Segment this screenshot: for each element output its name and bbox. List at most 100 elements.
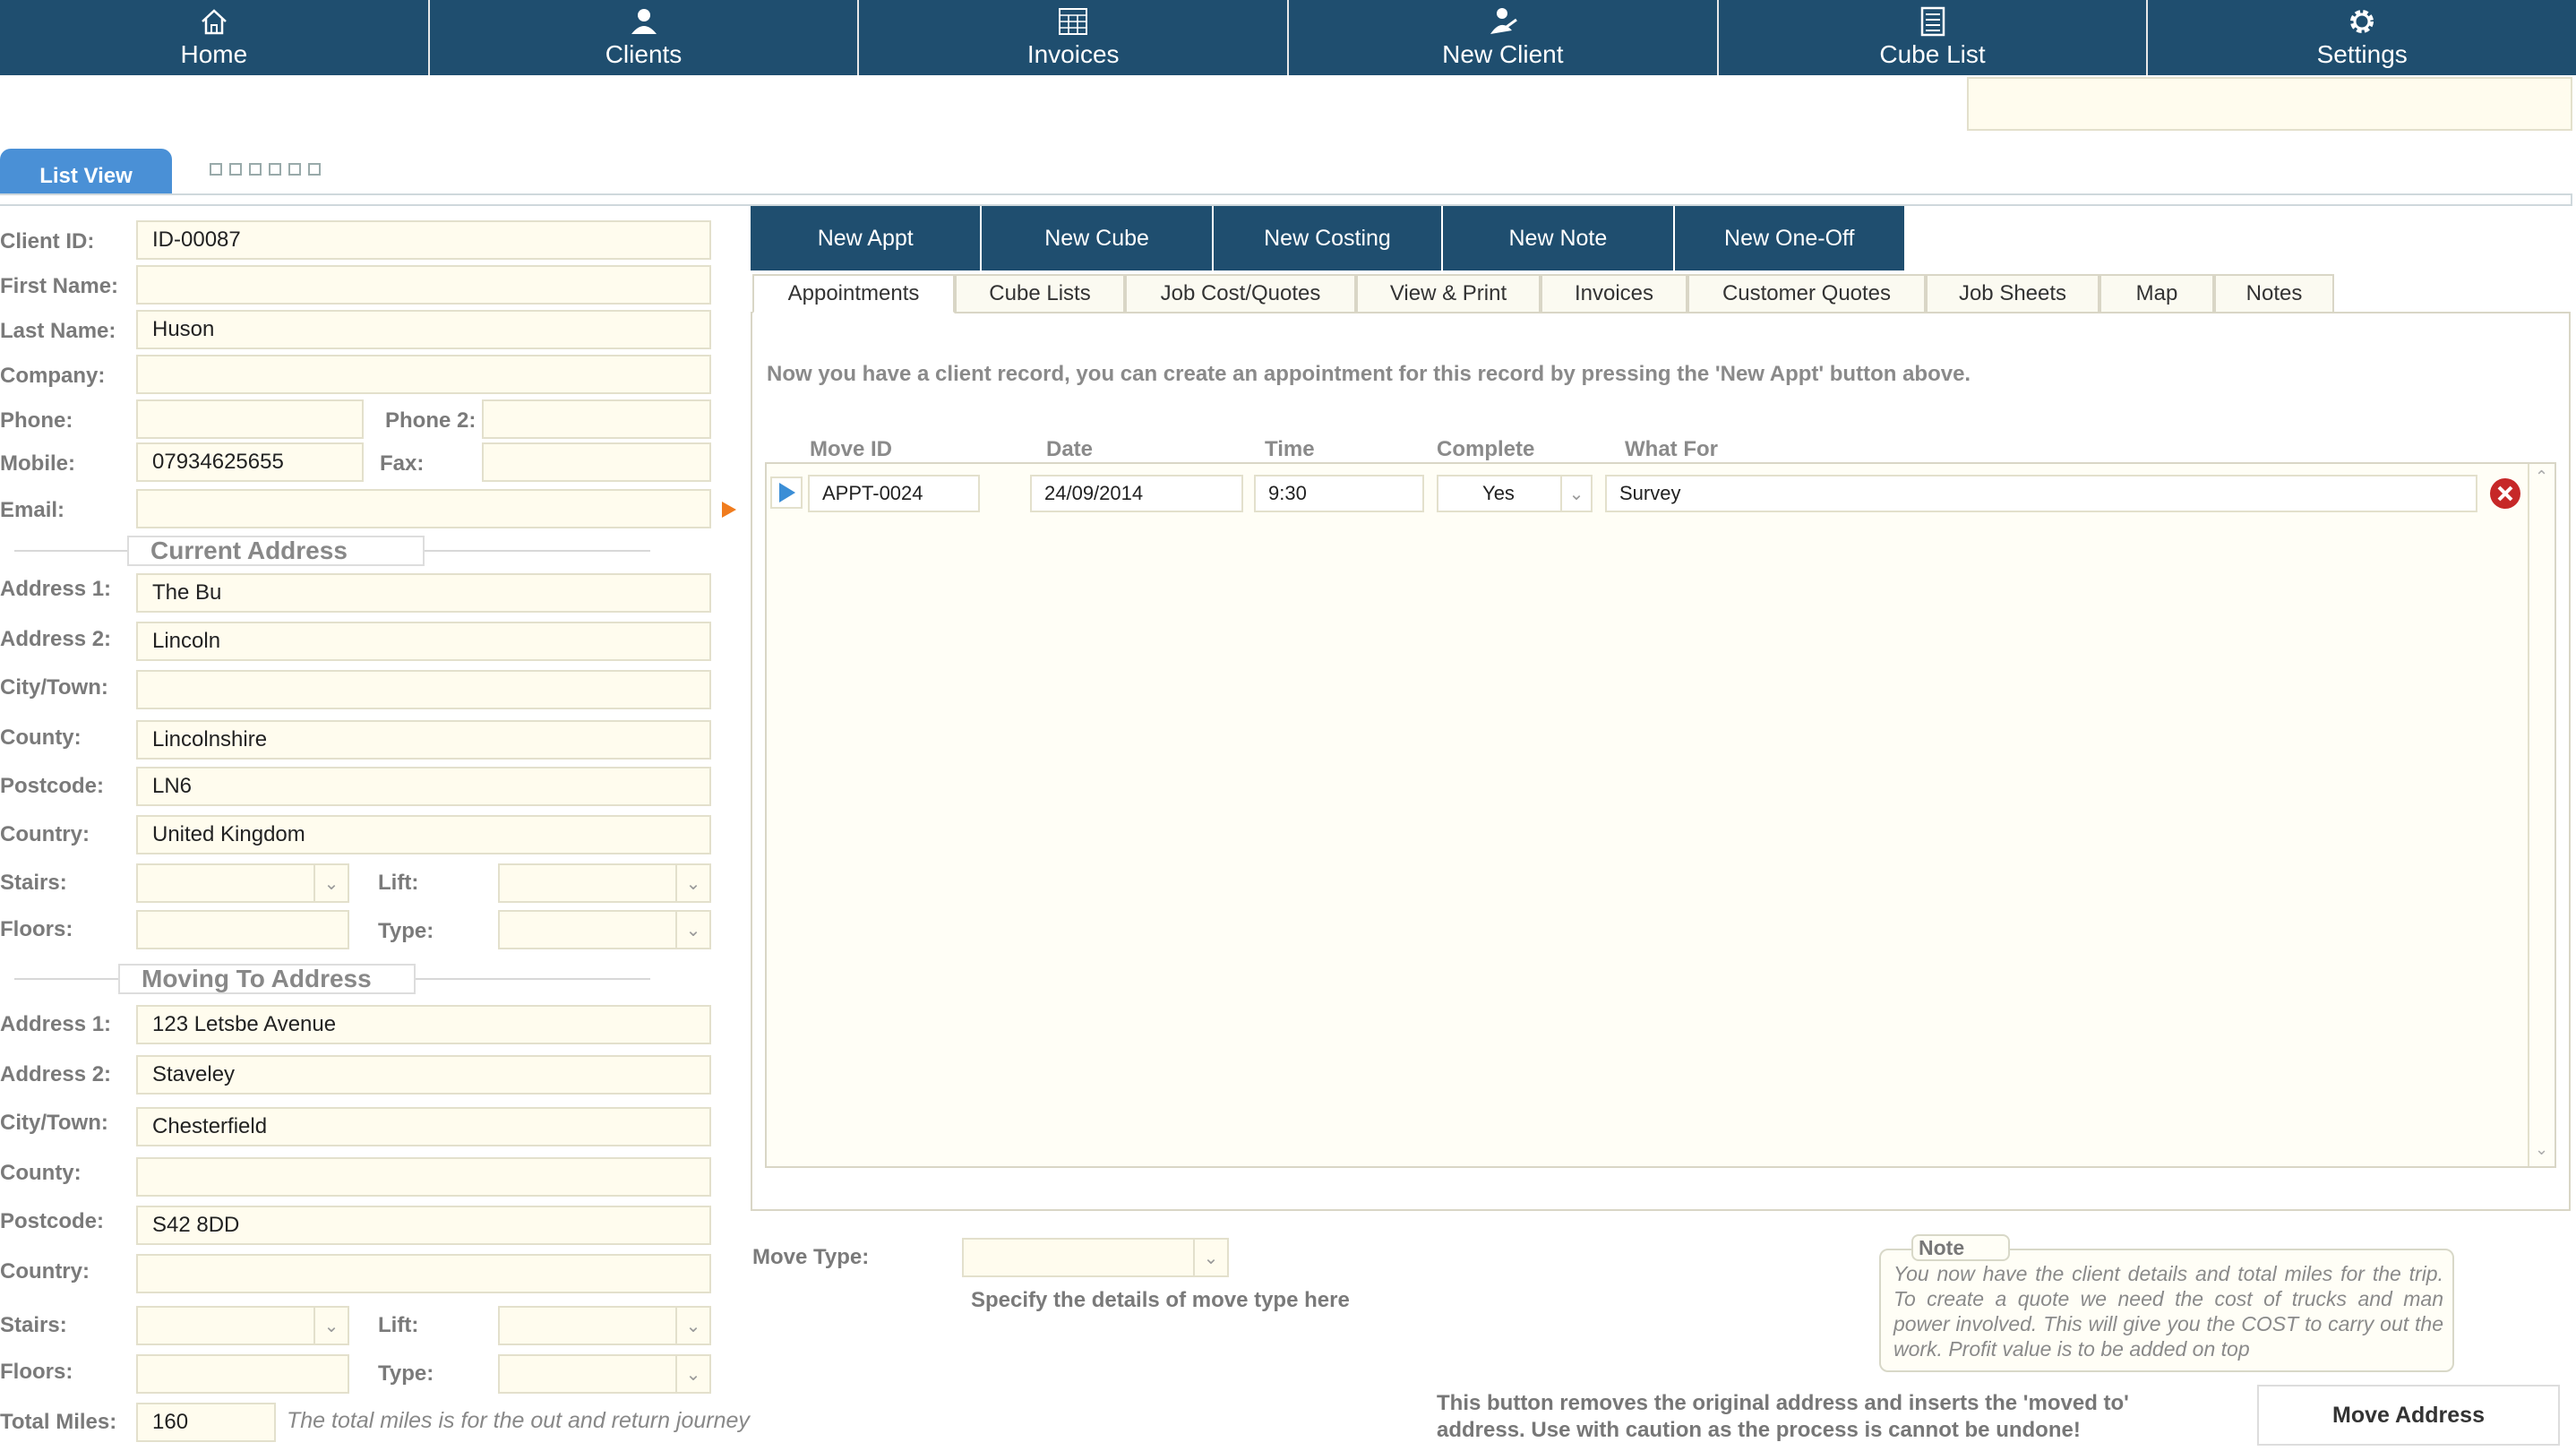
tab-dot[interactable] [308, 163, 321, 176]
total-miles-hint: The total miles is for the out and retur… [287, 1408, 750, 1433]
mobile-label: Mobile: [0, 451, 75, 476]
col-header-what-for: What For [1625, 437, 1718, 461]
row-date[interactable]: 24/09/2014 [1030, 475, 1243, 512]
cur-city-label: City/Town: [0, 675, 108, 700]
current-address-title: Current Address [127, 536, 425, 566]
note-title: Note [1911, 1234, 2010, 1261]
mobile-field[interactable]: 07934625655 [136, 442, 364, 482]
nav-home[interactable]: Home [0, 0, 430, 75]
new-cube-button[interactable]: New Cube [982, 206, 1214, 270]
cur-address2-field[interactable]: Lincoln [136, 622, 711, 661]
tab-appointments[interactable]: Appointments [752, 274, 955, 313]
tab-dot[interactable] [229, 163, 242, 176]
total-miles-label: Total Miles: [0, 1410, 117, 1434]
email-field[interactable] [136, 489, 711, 528]
col-header-time: Time [1265, 437, 1315, 461]
row-select-icon[interactable] [770, 477, 803, 509]
row-complete-dropdown[interactable]: Yes ⌄ [1437, 475, 1593, 512]
move-type-dropdown[interactable]: ⌄ [962, 1238, 1229, 1277]
invoice-icon [1057, 4, 1089, 39]
nav-new-client[interactable]: New Client [1289, 0, 1719, 75]
tab-customer-quotes[interactable]: Customer Quotes [1687, 274, 1926, 313]
row-complete-value: Yes [1482, 482, 1515, 504]
mov-address1-field[interactable]: 123 Letsbe Avenue [136, 1005, 711, 1044]
cur-postcode-label: Postcode: [0, 774, 105, 798]
moving-address-title: Moving To Address [118, 964, 416, 994]
last-name-field[interactable]: Huson [136, 310, 711, 349]
mov-address2-field[interactable]: Staveley [136, 1055, 711, 1095]
client-id-field[interactable]: ID-00087 [136, 220, 711, 260]
row-what-for[interactable]: Survey [1605, 475, 2477, 512]
mov-county-field[interactable] [136, 1157, 711, 1197]
portal-scrollbar[interactable]: ⌃ ⌄ [2528, 464, 2555, 1166]
list-icon [1917, 4, 1949, 39]
email-send-icon[interactable] [720, 500, 738, 519]
col-header-date: Date [1046, 437, 1094, 461]
scroll-down-icon[interactable]: ⌄ [2535, 1140, 2548, 1159]
tab-dot[interactable] [269, 163, 281, 176]
fax-field[interactable] [482, 442, 711, 482]
nav-settings[interactable]: Settings [2148, 0, 2576, 75]
cur-city-field[interactable] [136, 670, 711, 709]
appointments-info-text: Now you have a client record, you can cr… [767, 362, 1971, 386]
tab-job-sheets[interactable]: Job Sheets [1926, 274, 2099, 313]
row-move-id[interactable]: APPT-0024 [808, 475, 980, 512]
total-miles-field[interactable]: 160 [136, 1403, 276, 1442]
action-button-bar: New Appt New Cube New Costing New Note N… [751, 206, 1904, 270]
cur-floors-field[interactable] [136, 910, 349, 949]
tab-invoices[interactable]: Invoices [1541, 274, 1687, 313]
mov-city-field[interactable]: Chesterfield [136, 1107, 711, 1146]
company-field[interactable] [136, 355, 711, 394]
cur-address1-field[interactable]: The Bu [136, 573, 711, 613]
chevron-down-icon: ⌄ [675, 912, 709, 948]
new-costing-button[interactable]: New Costing [1213, 206, 1444, 270]
cur-county-field[interactable]: Lincolnshire [136, 720, 711, 760]
scroll-up-icon[interactable]: ⌃ [2535, 468, 2548, 486]
move-address-button[interactable]: Move Address [2257, 1385, 2560, 1446]
tab-dot[interactable] [249, 163, 262, 176]
cur-country-field[interactable]: United Kingdom [136, 815, 711, 854]
tab-notes[interactable]: Notes [2214, 274, 2334, 313]
mov-stairs-dropdown[interactable]: ⌄ [136, 1306, 349, 1345]
tab-cube-lists[interactable]: Cube Lists [955, 274, 1125, 313]
nav-clients[interactable]: Clients [430, 0, 860, 75]
mov-floors-field[interactable] [136, 1354, 349, 1394]
tab-dot[interactable] [288, 163, 301, 176]
mov-lift-label: Lift: [378, 1313, 419, 1337]
table-row[interactable]: APPT-0024 24/09/2014 9:30 Yes ⌄ Survey [767, 473, 2524, 514]
cur-lift-label: Lift: [378, 871, 419, 895]
mov-postcode-field[interactable]: S42 8DD [136, 1206, 711, 1245]
tab-map[interactable]: Map [2099, 274, 2214, 313]
tab-job-cost-quotes[interactable]: Job Cost/Quotes [1125, 274, 1356, 313]
col-header-move-id: Move ID [810, 437, 893, 461]
new-one-off-button[interactable]: New One-Off [1674, 206, 1904, 270]
last-name-label: Last Name: [0, 319, 116, 343]
mov-country-field[interactable] [136, 1254, 711, 1293]
nav-cube-list[interactable]: Cube List [1719, 0, 2149, 75]
chevron-down-icon: ⌄ [675, 1308, 709, 1344]
phone2-field[interactable] [482, 399, 711, 439]
mov-lift-dropdown[interactable]: ⌄ [498, 1306, 711, 1345]
tab-dot[interactable] [210, 163, 222, 176]
chevron-down-icon: ⌄ [1193, 1240, 1227, 1275]
client-id-label: Client ID: [0, 229, 95, 253]
new-note-button[interactable]: New Note [1443, 206, 1675, 270]
cur-type-label: Type: [378, 919, 434, 943]
phone-field[interactable] [136, 399, 364, 439]
cur-lift-dropdown[interactable]: ⌄ [498, 863, 711, 903]
tab-list-view[interactable]: List View [0, 149, 172, 193]
nav-invoices[interactable]: Invoices [859, 0, 1290, 75]
row-time[interactable]: 9:30 [1254, 475, 1424, 512]
chevron-down-icon: ⌄ [313, 865, 348, 901]
delete-row-icon[interactable] [2488, 477, 2522, 511]
new-appt-button[interactable]: New Appt [751, 206, 983, 270]
cur-type-dropdown[interactable]: ⌄ [498, 910, 711, 949]
mov-type-dropdown[interactable]: ⌄ [498, 1354, 711, 1394]
move-address-warning: This button removes the original address… [1437, 1391, 2129, 1442]
first-name-field[interactable] [136, 265, 711, 305]
cur-country-label: Country: [0, 822, 90, 846]
tab-view-print[interactable]: View & Print [1356, 274, 1541, 313]
nav-home-label: Home [180, 40, 248, 68]
cur-postcode-field[interactable]: LN6 [136, 767, 711, 806]
cur-stairs-dropdown[interactable]: ⌄ [136, 863, 349, 903]
